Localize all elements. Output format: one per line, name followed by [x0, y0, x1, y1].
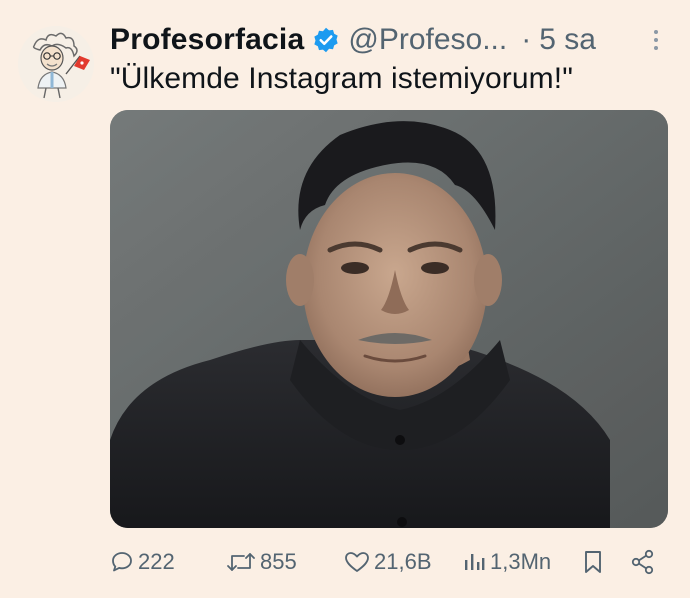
- retweet-button[interactable]: 855: [226, 546, 297, 578]
- views-count: 1,3Mn: [490, 549, 552, 574]
- action-bar: 222 855 21,6B 1,3Mn: [110, 540, 670, 584]
- avatar-caricature-icon: [18, 26, 94, 102]
- tweet-text: "Ülkemde Instagram istemiyorum!": [110, 62, 573, 95]
- like-button[interactable]: 21,6B: [344, 546, 432, 578]
- tweet-photo: [110, 110, 668, 528]
- like-count: 21,6B: [374, 549, 432, 574]
- reply-icon: [112, 552, 132, 572]
- display-name[interactable]: Profesorfacia: [110, 23, 304, 57]
- avatar[interactable]: [18, 26, 94, 102]
- tweet-header: Profesorfacia @Profeso... · 5 sa: [110, 20, 670, 60]
- views-icon: [465, 554, 485, 570]
- share-icon: [631, 549, 654, 575]
- tweet-card[interactable]: Profesorfacia @Profeso... · 5 sa "Ülkemd…: [0, 0, 690, 598]
- like-icon: [345, 552, 369, 572]
- bookmark-button[interactable]: [582, 546, 604, 578]
- separator-dot: ·: [521, 23, 532, 56]
- share-button[interactable]: [630, 546, 656, 578]
- verified-badge-icon: [314, 27, 339, 53]
- bookmark-icon: [585, 551, 601, 573]
- handle[interactable]: @Profeso...: [348, 23, 507, 57]
- tweet-media[interactable]: [110, 110, 668, 528]
- more-icon[interactable]: [654, 30, 660, 54]
- retweet-icon: [227, 553, 255, 571]
- reply-button[interactable]: 222: [110, 546, 175, 578]
- reply-count: 222: [138, 549, 175, 574]
- views-button[interactable]: 1,3Mn: [462, 546, 551, 578]
- timestamp[interactable]: 5 sa: [539, 23, 596, 57]
- retweet-count: 855: [260, 549, 297, 574]
